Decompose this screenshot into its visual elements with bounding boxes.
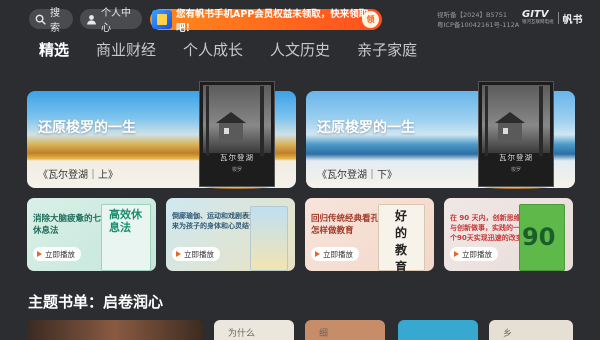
tab-history[interactable]: 人文历史: [270, 38, 330, 62]
hero-title: 还原梭罗的一生: [38, 120, 136, 136]
play-button[interactable]: 立即播放: [450, 247, 498, 261]
recommendation-card[interactable]: 回归传统经典看孔子怎样做教育 立即播放 好的教育: [305, 198, 434, 271]
book-cover: 瓦尔登湖 梭罗: [478, 81, 554, 187]
cabin-image: [216, 112, 246, 142]
promo-app-icon: [152, 10, 172, 29]
recommendation-card[interactable]: 倒廊瑜伽、运动和戏剧表演的方法来为孩子的身体和心灵结合在一起 立即播放: [166, 198, 295, 271]
play-label: 立即播放: [184, 249, 214, 259]
hero-title: 还原梭罗的一生: [317, 120, 415, 136]
cabin-image: [495, 112, 525, 142]
recommendation-card[interactable]: 消除大脑疲惫的七个休息法 立即播放 高效休息法: [27, 198, 156, 271]
booklist-item[interactable]: 细: [305, 320, 385, 340]
booklist-item[interactable]: 乡: [489, 320, 573, 340]
play-button[interactable]: 立即播放: [311, 247, 359, 261]
tab-growth[interactable]: 个人成长: [183, 38, 243, 62]
recommendation-row: 消除大脑疲惫的七个休息法 立即播放 高效休息法 倒廊瑜伽、运动和戏剧表演的方法来…: [27, 198, 573, 271]
user-icon: [86, 13, 97, 25]
tree-shape: [485, 86, 488, 156]
promo-claim-button[interactable]: 领: [362, 11, 379, 28]
play-icon: [454, 251, 459, 257]
gitv-logo-sub: 银河互联网电视: [522, 20, 554, 25]
search-icon: [35, 13, 46, 25]
cover-title: 瓦尔登湖: [499, 153, 533, 162]
book-thumbnail: [250, 206, 288, 271]
user-center-label: 个人中心: [101, 8, 131, 34]
tab-featured[interactable]: 精选: [39, 38, 69, 62]
play-label: 立即播放: [462, 249, 492, 259]
book-thumbnail-text: 高效休息法: [109, 208, 142, 234]
tree-shape: [539, 86, 543, 156]
booklist-item-text: 细: [319, 329, 329, 339]
play-label: 立即播放: [323, 249, 353, 259]
booklist-item[interactable]: [398, 320, 478, 340]
brand-name: 帆书: [562, 14, 583, 26]
promo-banner[interactable]: 您有帆书手机APP会员权益未领取，快来领取吧！ 领: [150, 9, 382, 34]
license-line-2: 粤ICP备10042161号-112A: [437, 21, 520, 29]
play-button[interactable]: 立即播放: [33, 247, 81, 261]
search-label: 搜索: [50, 8, 60, 34]
book-thumbnail-text: 90: [522, 223, 556, 251]
cover-title: 瓦尔登湖: [220, 153, 254, 162]
play-button[interactable]: 立即播放: [172, 247, 220, 261]
tab-family[interactable]: 亲子家庭: [357, 38, 417, 62]
booklist-item-text: 乡: [503, 329, 513, 339]
user-center-button[interactable]: 个人中心: [80, 8, 142, 34]
hero-subtitle: 《瓦尔登湖｜上》: [38, 170, 118, 181]
recommendation-card[interactable]: 在 90 天内，创新思维与创新做事，实践的一个90天实现迅速的改变 立即播放 9…: [444, 198, 573, 271]
book-thumbnail-text: 好的教育: [395, 209, 408, 271]
license-info: 视听备【2024】B5751 粤ICP备10042161号-112A: [437, 10, 519, 30]
search-button[interactable]: 搜索: [29, 8, 73, 34]
brand-logo: GITV 银河互联网电视 帆书: [522, 10, 583, 26]
gitv-logo: GITV: [522, 9, 549, 20]
play-icon: [37, 251, 42, 257]
book-cover: 瓦尔登湖 梭罗: [199, 81, 275, 187]
card-title: 在 90 天内，创新思维与创新做事，实践的一个90天实现迅速的改变: [450, 214, 523, 242]
cover-author: 梭罗: [510, 167, 521, 173]
cover-author: 梭罗: [231, 167, 242, 173]
top-bar: 搜索 个人中心 您有帆书手机APP会员权益未领取，快来领取吧！ 领 视听备【20…: [0, 0, 600, 38]
booklist-item-text: 为什么: [228, 329, 256, 339]
play-icon: [176, 251, 181, 257]
booklist-item[interactable]: [27, 320, 203, 340]
tree-shape: [260, 86, 264, 156]
hero-subtitle: 《瓦尔登湖｜下》: [317, 170, 397, 181]
tree-shape: [206, 86, 209, 156]
section-title: 主题书单：启卷润心: [28, 293, 164, 311]
license-line-1: 视听备【2024】B5751: [437, 11, 508, 19]
promo-text: 您有帆书手机APP会员权益未领取，快来领取吧！: [176, 8, 369, 34]
brand-divider: [557, 12, 559, 24]
play-icon: [315, 251, 320, 257]
play-label: 立即播放: [45, 249, 75, 259]
tab-business[interactable]: 商业财经: [96, 38, 156, 62]
category-tabs: 精选 商业财经 个人成长 人文历史 亲子家庭: [39, 38, 444, 62]
booklist-item[interactable]: 为什么: [214, 320, 294, 340]
